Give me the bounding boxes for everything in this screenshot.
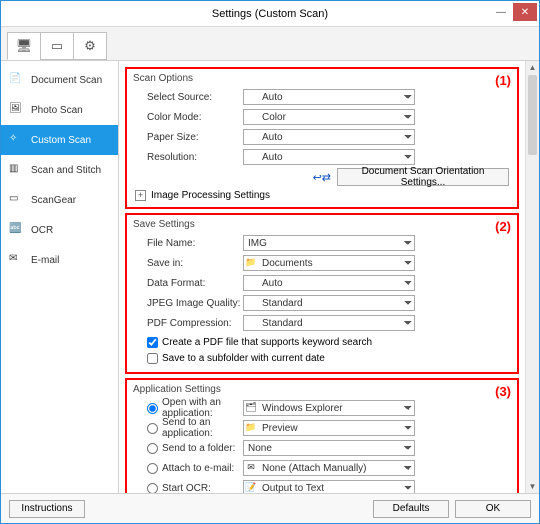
email-icon: ✉ (9, 253, 25, 267)
sidebar-item-custom-scan[interactable]: ✧ Custom Scan (1, 125, 118, 155)
file-name-label: File Name: (133, 238, 243, 249)
data-format-label: Data Format: (133, 278, 243, 289)
instructions-button[interactable]: Instructions (9, 500, 85, 518)
attach-email-dropdown[interactable]: None (Attach Manually) (243, 460, 415, 476)
open-with-app-label: Open with an application: (162, 397, 243, 419)
scroll-up-arrow-icon[interactable]: ▲ (526, 61, 539, 74)
resolution-dropdown[interactable]: Auto (243, 149, 415, 165)
panel-number: (3) (495, 384, 511, 399)
send-to-folder-dropdown[interactable]: None (243, 440, 415, 456)
folder-icon: 📁 (245, 421, 257, 433)
scrollbar-thumb[interactable] (528, 75, 537, 155)
group-title: Application Settings (133, 384, 511, 395)
save-settings-panel: (2) Save Settings File Name: IMG Save in… (125, 213, 519, 374)
sidebar-item-scangear[interactable]: ▭ ScanGear (1, 185, 118, 215)
subfolder-checkbox[interactable] (147, 353, 158, 364)
content-area: (1) Scan Options Select Source: Auto Col… (119, 61, 539, 493)
start-ocr-dropdown[interactable]: Output to Text (243, 480, 415, 493)
save-in-label: Save in: (133, 258, 243, 269)
paper-size-dropdown[interactable]: Auto (243, 129, 415, 145)
sidebar-item-label: OCR (31, 225, 53, 236)
ok-button[interactable]: OK (455, 500, 531, 518)
file-name-input[interactable]: IMG (243, 235, 415, 251)
mail-icon: ✉ (245, 461, 257, 473)
sidebar-item-photo-scan[interactable]: 🖼 Photo Scan (1, 95, 118, 125)
refresh-icon[interactable]: ↩⇄ (313, 171, 331, 184)
close-button[interactable]: ✕ (513, 3, 537, 21)
sidebar-item-label: Custom Scan (31, 135, 91, 146)
color-mode-dropdown[interactable]: Color (243, 109, 415, 125)
send-to-folder-radio[interactable] (147, 443, 158, 454)
scroll-down-arrow-icon[interactable]: ▼ (526, 480, 539, 493)
minimize-button[interactable]: — (489, 3, 513, 21)
select-source-label: Select Source: (133, 92, 243, 103)
custom-icon: ✧ (9, 133, 25, 147)
panel-number: (1) (495, 73, 511, 88)
pdf-keyword-label: Create a PDF file that supports keyword … (162, 337, 372, 348)
send-to-app-dropdown[interactable]: Preview (243, 420, 415, 436)
color-mode-label: Color Mode: (133, 112, 243, 123)
attach-email-radio[interactable] (147, 463, 158, 474)
subfolder-label: Save to a subfolder with current date (162, 353, 325, 364)
toolbar: 🖥 ▭ ⚙ (1, 27, 539, 61)
save-in-dropdown[interactable]: Documents (243, 255, 415, 271)
pdf-keyword-checkbox[interactable] (147, 337, 158, 348)
resolution-label: Resolution: (133, 152, 243, 163)
document-icon: 📄 (9, 73, 25, 87)
sliders-icon: ⚙ (84, 38, 96, 54)
orientation-settings-button[interactable]: Document Scan Orientation Settings... (337, 168, 509, 186)
panel-number: (2) (495, 219, 511, 234)
pdf-compression-dropdown[interactable]: Standard (243, 315, 415, 331)
sidebar-item-label: Scan and Stitch (31, 165, 101, 176)
open-with-app-dropdown[interactable]: Windows Explorer (243, 400, 415, 416)
explorer-icon: 🗂 (245, 401, 257, 413)
jpeg-quality-label: JPEG Image Quality: (133, 298, 243, 309)
sidebar-item-scan-and-stitch[interactable]: ▥ Scan and Stitch (1, 155, 118, 185)
photo-icon: 🖼 (9, 103, 25, 117)
start-ocr-label: Start OCR: (162, 483, 211, 494)
group-title: Scan Options (133, 73, 511, 84)
monitor-icon: 🖥 (16, 38, 33, 54)
tab-scan-from-device[interactable]: ▭ (40, 32, 74, 60)
vertical-scrollbar[interactable]: ▲ ▼ (525, 61, 539, 493)
paper-size-label: Paper Size: (133, 132, 243, 143)
sidebar-item-email[interactable]: ✉ E-mail (1, 245, 118, 275)
jpeg-quality-dropdown[interactable]: Standard (243, 295, 415, 311)
scan-options-panel: (1) Scan Options Select Source: Auto Col… (125, 67, 519, 209)
image-processing-expander[interactable]: + Image Processing Settings (133, 190, 511, 201)
scanner-icon: ▭ (51, 38, 63, 54)
data-format-dropdown[interactable]: Auto (243, 275, 415, 291)
sidebar-item-label: Document Scan (31, 75, 102, 86)
send-to-app-radio[interactable] (147, 423, 158, 434)
defaults-button[interactable]: Defaults (373, 500, 449, 518)
footer: Instructions Defaults OK (1, 493, 539, 523)
window-title: Settings (Custom Scan) (212, 8, 328, 20)
start-ocr-radio[interactable] (147, 483, 158, 494)
stitch-icon: ▥ (9, 163, 25, 177)
titlebar: Settings (Custom Scan) — ✕ (1, 1, 539, 27)
ocr-icon: 🔤 (9, 223, 25, 237)
image-processing-label: Image Processing Settings (151, 190, 270, 201)
application-settings-panel: (3) Application Settings Open with an ap… (125, 378, 519, 493)
group-title: Save Settings (133, 219, 511, 230)
select-source-dropdown[interactable]: Auto (243, 89, 415, 105)
open-with-app-radio[interactable] (147, 403, 158, 414)
sidebar-item-ocr[interactable]: 🔤 OCR (1, 215, 118, 245)
sidebar-item-label: ScanGear (31, 195, 76, 206)
sidebar-item-label: Photo Scan (31, 105, 83, 116)
folder-icon: 📁 (245, 256, 257, 268)
tab-general-settings[interactable]: ⚙ (73, 32, 107, 60)
sidebar-item-document-scan[interactable]: 📄 Document Scan (1, 65, 118, 95)
sidebar-item-label: E-mail (31, 255, 59, 266)
text-icon: 📝 (245, 481, 257, 493)
scangear-icon: ▭ (9, 193, 25, 207)
send-to-app-label: Send to an application: (162, 417, 243, 439)
send-to-folder-label: Send to a folder: (162, 443, 235, 454)
sidebar: 📄 Document Scan 🖼 Photo Scan ✧ Custom Sc… (1, 61, 119, 493)
tab-scan-from-computer[interactable]: 🖥 (7, 32, 41, 60)
pdf-compression-label: PDF Compression: (133, 318, 243, 329)
attach-email-label: Attach to e-mail: (162, 463, 234, 474)
plus-icon: + (135, 190, 146, 201)
settings-window: Settings (Custom Scan) — ✕ 🖥 ▭ ⚙ 📄 Docum… (0, 0, 540, 524)
